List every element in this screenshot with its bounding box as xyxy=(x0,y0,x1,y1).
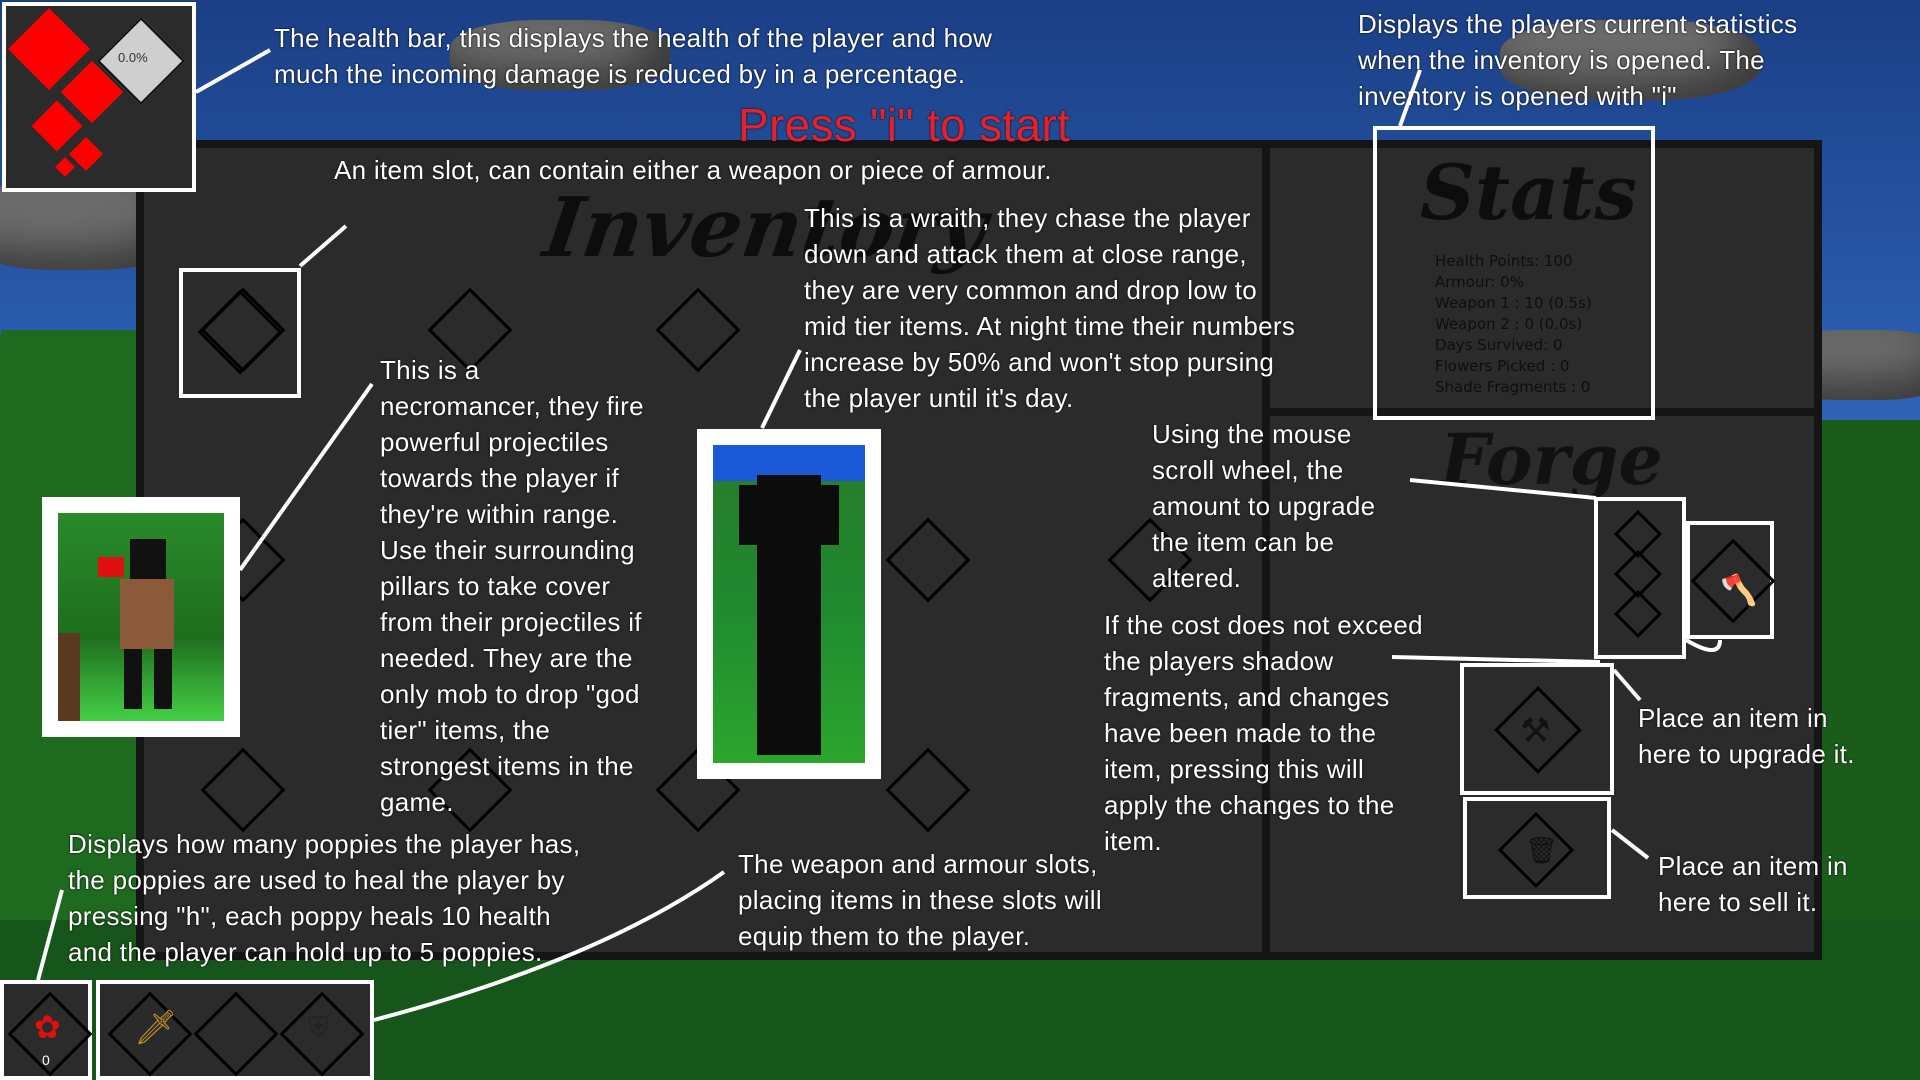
callout-line xyxy=(298,224,348,268)
callout-line xyxy=(1409,478,1597,500)
callout-line xyxy=(195,48,271,94)
callout-line xyxy=(1610,828,1650,860)
callout-lines xyxy=(36,48,1722,1022)
callout-line xyxy=(1398,69,1422,127)
callout-line xyxy=(1612,668,1642,702)
callout-line xyxy=(238,382,374,572)
callout-line xyxy=(1391,638,1722,664)
callout-line xyxy=(36,889,64,981)
callout-line xyxy=(373,870,726,1022)
callout-line xyxy=(760,349,802,429)
